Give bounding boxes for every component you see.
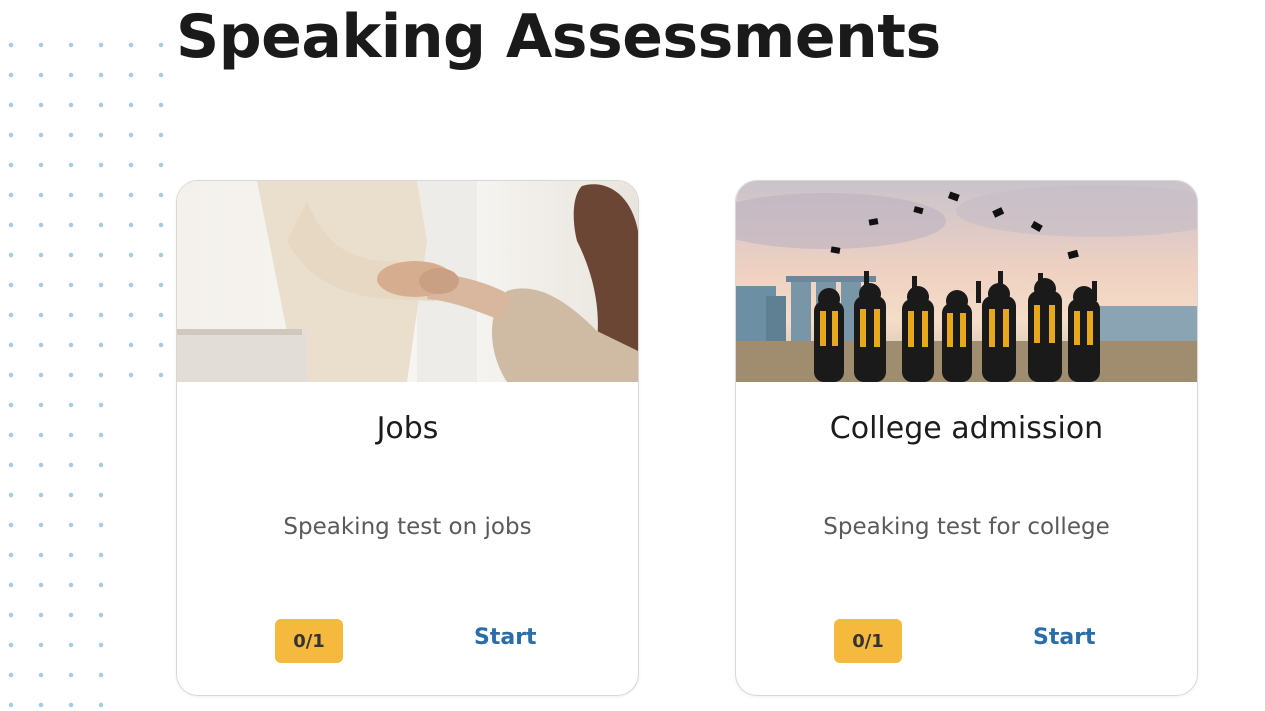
card-description: Speaking test for college: [823, 514, 1110, 540]
decorative-dot-pattern-lower: [0, 390, 110, 711]
assessment-card-college-admission[interactable]: College admission Speaking test for coll…: [735, 180, 1198, 696]
page-title: Speaking Assessments: [176, 2, 941, 72]
handshake-photo: [177, 181, 638, 382]
progress-badge: 0/1: [275, 619, 343, 663]
assessment-card-jobs[interactable]: Jobs Speaking test on jobs 0/1 Start: [176, 180, 639, 696]
decorative-dot-pattern: [0, 30, 170, 390]
start-button[interactable]: Start: [1033, 625, 1096, 650]
card-description: Speaking test on jobs: [283, 514, 532, 540]
card-title: Jobs: [376, 411, 439, 446]
progress-badge: 0/1: [834, 619, 902, 663]
card-title: College admission: [829, 411, 1104, 446]
graduation-photo: [736, 181, 1197, 382]
start-button[interactable]: Start: [474, 625, 537, 650]
